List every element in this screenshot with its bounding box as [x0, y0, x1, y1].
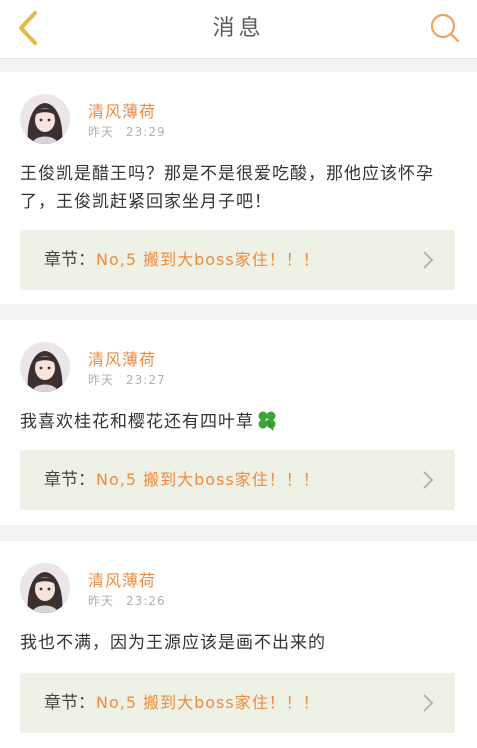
timestamp-time: 23:29 [126, 125, 166, 139]
timestamp-time: 23:27 [126, 373, 166, 387]
avatar-image [20, 563, 70, 613]
username[interactable]: 清风薄荷 [88, 346, 156, 370]
username[interactable]: 清风薄荷 [88, 98, 156, 122]
timestamp-date: 昨天 [88, 373, 115, 387]
page-title: 消息 [212, 16, 265, 41]
avatar-image [20, 342, 70, 392]
message-card: 清风薄荷 昨天 23:29 王俊凯是醋王吗？那是不是很爱吃酸，那他应该怀孕了，王俊… [0, 72, 477, 304]
top-bar: 消息 [0, 0, 477, 59]
message-text: 王俊凯是醋王吗？那是不是很爱吃酸，那他应该怀孕了，王俊凯赶紧回家坐月子吧！ [20, 164, 434, 212]
chevron-right-icon [423, 251, 434, 269]
chapter-prefix: 章节： [44, 693, 95, 713]
chapter-title: No,5 搬到大boss家住！！！ [96, 250, 320, 269]
timestamp-date: 昨天 [88, 125, 115, 139]
timestamp-time: 23:26 [126, 594, 166, 608]
chapter-prefix: 章节： [44, 250, 95, 270]
search-button[interactable] [427, 10, 463, 46]
message-card: 清风薄荷 昨天 23:27 我喜欢桂花和樱花还有四叶草 章节： No,5 搬到大b… [0, 320, 477, 525]
avatar[interactable] [20, 94, 70, 144]
message-card: 清风薄荷 昨天 23:26 我也不满，因为王源应该是画不出来的 章节： No,5 … [0, 541, 477, 748]
chapter-title: No,5 搬到大boss家住！！！ [96, 693, 320, 712]
message-text: 我喜欢桂花和樱花还有四叶草 [20, 412, 254, 432]
chapter-title: No,5 搬到大boss家住！！！ [96, 470, 320, 489]
timestamp: 昨天 23:26 [88, 592, 166, 609]
chevron-right-icon [423, 471, 434, 489]
avatar[interactable] [20, 563, 70, 613]
four-leaf-clover-icon [258, 411, 276, 431]
timestamp: 昨天 23:27 [88, 371, 166, 388]
chapter-link[interactable]: 章节： No,5 搬到大boss家住！！！ [20, 450, 455, 510]
search-icon [430, 13, 460, 43]
chapter-link[interactable]: 章节： No,5 搬到大boss家住！！！ [20, 230, 455, 290]
username[interactable]: 清风薄荷 [88, 567, 156, 591]
chapter-prefix: 章节： [44, 470, 95, 490]
message-text: 我也不满，因为王源应该是画不出来的 [20, 633, 326, 653]
timestamp: 昨天 23:29 [88, 123, 166, 140]
timestamp-date: 昨天 [88, 594, 115, 608]
chapter-link[interactable]: 章节： No,5 搬到大boss家住！！！ [20, 673, 455, 733]
chevron-right-icon [423, 694, 434, 712]
message-text-row: 我喜欢桂花和樱花还有四叶草 [20, 408, 453, 436]
avatar-image [20, 94, 70, 144]
avatar[interactable] [20, 342, 70, 392]
